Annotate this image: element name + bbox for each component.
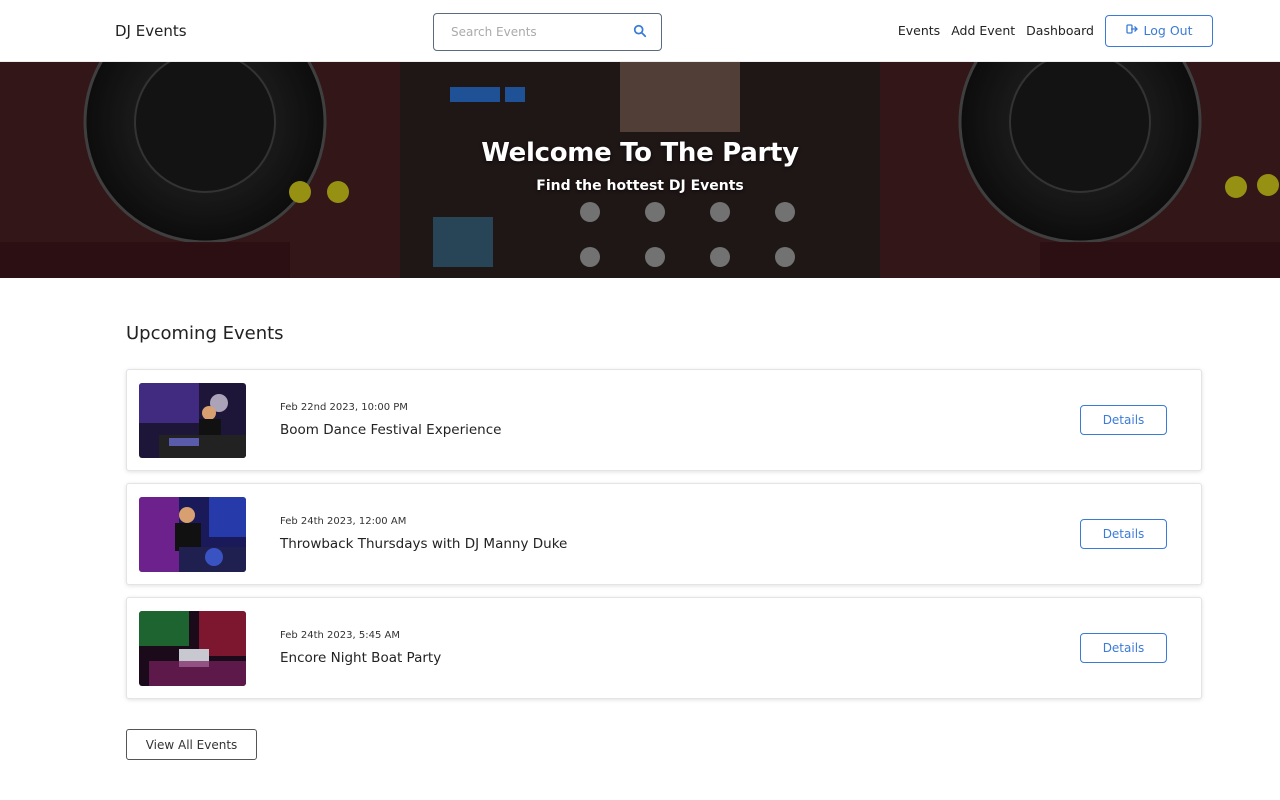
event-name: Boom Dance Festival Experience — [280, 422, 502, 438]
event-name: Throwback Thursdays with DJ Manny Duke — [280, 536, 568, 552]
search-icon[interactable] — [633, 23, 647, 42]
site-logo[interactable]: DJ Events — [115, 22, 187, 40]
event-card: Feb 22nd 2023, 10:00 PM Boom Dance Festi… — [126, 369, 1202, 471]
top-navbar: DJ Events Events Add Event Dashboard Log… — [0, 0, 1280, 62]
event-thumbnail — [139, 496, 246, 572]
logout-button[interactable]: Log Out — [1105, 14, 1213, 47]
event-details-button[interactable]: Details — [1080, 405, 1167, 435]
search-input[interactable] — [451, 25, 633, 39]
upcoming-events-heading: Upcoming Events — [126, 323, 284, 344]
event-date: Feb 22nd 2023, 10:00 PM — [280, 402, 408, 413]
hero-banner: Welcome To The Party Find the hottest DJ… — [0, 62, 1280, 278]
event-card: Feb 24th 2023, 5:45 AM Encore Night Boat… — [126, 597, 1202, 699]
nav-dashboard-link[interactable]: Dashboard — [1026, 23, 1094, 38]
logout-label: Log Out — [1143, 23, 1193, 38]
search-box — [433, 13, 662, 51]
event-details-button[interactable]: Details — [1080, 519, 1167, 549]
hero-title: Welcome To The Party — [481, 138, 799, 168]
nav-links: Events Add Event Dashboard Log Out — [898, 14, 1213, 47]
nav-add-event-link[interactable]: Add Event — [951, 23, 1015, 38]
event-card: Feb 24th 2023, 12:00 AM Throwback Thursd… — [126, 483, 1202, 585]
event-name: Encore Night Boat Party — [280, 650, 442, 666]
nav-events-link[interactable]: Events — [898, 23, 940, 38]
event-thumbnail — [139, 382, 246, 458]
sign-out-icon — [1125, 23, 1138, 38]
event-date: Feb 24th 2023, 5:45 AM — [280, 630, 400, 641]
view-all-events-button[interactable]: View All Events — [126, 729, 257, 760]
event-date: Feb 24th 2023, 12:00 AM — [280, 516, 407, 527]
hero-subtitle: Find the hottest DJ Events — [536, 178, 744, 194]
main-content: Upcoming Events Feb 22nd 2023, 10:00 PM … — [0, 323, 1280, 760]
event-thumbnail — [139, 610, 246, 686]
event-details-button[interactable]: Details — [1080, 633, 1167, 663]
